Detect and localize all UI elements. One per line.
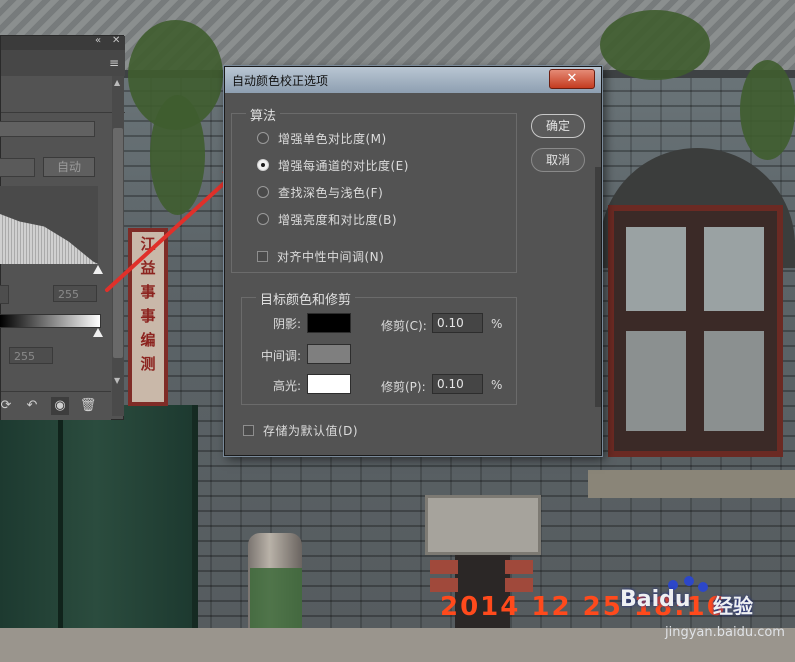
radio-label: 查找深色与浅色(F)	[278, 185, 384, 200]
histogram	[0, 186, 98, 264]
radio-monochromatic-contrast[interactable]: 增强单色对比度(M)	[257, 129, 387, 147]
banner-char: 事	[140, 283, 156, 301]
percent-sign: %	[491, 317, 503, 331]
auto-button[interactable]: 自动	[43, 157, 95, 177]
door-seam	[58, 405, 63, 662]
radio-brightness-contrast[interactable]: 增强亮度和对比度(B)	[257, 210, 397, 228]
shadows-color-swatch[interactable]	[307, 313, 351, 333]
preset-select[interactable]	[0, 121, 95, 137]
foliage	[150, 95, 205, 215]
cancel-button[interactable]: 取消	[531, 148, 585, 172]
checkbox[interactable]	[243, 424, 254, 436]
radio-label: 增强每通道的对比度(E)	[278, 158, 409, 173]
watermark-sub: 经验	[713, 594, 753, 618]
panel-menubar: ≡	[1, 50, 125, 76]
target-colors-group-title: 目标颜色和修剪	[256, 289, 356, 308]
checkbox[interactable]	[257, 250, 268, 262]
panel-menu-icon[interactable]: ≡	[109, 56, 119, 70]
highlights-color-swatch[interactable]	[307, 374, 351, 394]
radio-find-dark-light[interactable]: 查找深色与浅色(F)	[257, 183, 383, 201]
panel-footer: ⟳ ↶ ◉ 🗑	[1, 391, 111, 420]
radio-label: 增强亮度和对比度(B)	[278, 212, 398, 227]
output-gradient-bar	[0, 314, 101, 328]
input-black-field[interactable]	[0, 285, 9, 304]
snap-neutral-midtones-checkbox[interactable]: 对齐中性中间调(N)	[257, 248, 384, 264]
dialog-title: 自动颜色校正选项	[232, 74, 329, 88]
banner-char: 江	[140, 235, 156, 253]
midtones-color-swatch[interactable]	[307, 344, 351, 364]
close-button[interactable]: ✕	[549, 69, 595, 89]
checkbox-label: 对齐中性中间调(N)	[277, 249, 385, 264]
output-white-slider[interactable]	[93, 328, 103, 337]
output-white-field[interactable]: 255	[9, 347, 53, 364]
close-icon[interactable]: ✕	[112, 35, 120, 46]
auto-color-correction-dialog: 自动颜色校正选项 ✕ 算法 增强单色对比度(M) 增强每通道的对比度(E) 查找…	[224, 66, 602, 456]
radio-button-selected[interactable]	[257, 159, 269, 171]
foliage	[600, 10, 710, 80]
radio-button[interactable]	[257, 186, 269, 198]
checkbox-label: 存储为默认值(D)	[263, 423, 359, 438]
window-sill	[588, 470, 795, 498]
radio-label: 增强单色对比度(M)	[278, 131, 387, 146]
watermark-url: jingyan.baidu.com	[665, 625, 785, 640]
radio-per-channel-contrast[interactable]: 增强每通道的对比度(E)	[257, 156, 409, 174]
banner-char: 编	[140, 331, 156, 349]
panel-scroll-thumb[interactable]	[113, 128, 123, 358]
highlights-clip-label: 修剪(P):	[381, 380, 426, 394]
red-banner: 江 益 事 事 编 测	[128, 228, 168, 406]
shadows-label: 阴影:	[272, 317, 301, 331]
banner-char: 事	[140, 307, 156, 325]
radio-button[interactable]	[257, 213, 269, 225]
banner-char: 益	[140, 259, 156, 277]
scroll-down-arrow[interactable]: ▼	[114, 376, 120, 385]
midtones-label: 中间调:	[260, 349, 301, 363]
visibility-eye-icon[interactable]: ◉	[51, 397, 69, 415]
wooden-window	[608, 205, 783, 457]
ok-button[interactable]: 确定	[531, 114, 585, 138]
red-brick	[505, 578, 533, 592]
scroll-up-arrow[interactable]: ▲	[114, 78, 120, 87]
panel-topbar: « ✕	[1, 35, 125, 50]
white-point-slider[interactable]	[93, 265, 103, 274]
channel-select[interactable]	[0, 158, 35, 177]
red-brick	[430, 578, 458, 592]
highlights-label: 高光:	[272, 379, 301, 393]
algorithm-group-title: 算法	[246, 105, 281, 124]
green-door	[0, 405, 198, 662]
delete-icon[interactable]: 🗑	[79, 397, 97, 415]
input-white-field[interactable]: 255	[53, 285, 97, 302]
foliage	[740, 60, 795, 160]
radio-button[interactable]	[257, 132, 269, 144]
red-brick	[505, 560, 533, 574]
reset-icon[interactable]: ↶	[23, 397, 41, 415]
wall-niche	[425, 495, 541, 555]
red-brick	[430, 560, 458, 574]
banner-char: 测	[140, 355, 156, 373]
divider	[1, 112, 125, 113]
algorithm-group: 算法 增强单色对比度(M) 增强每通道的对比度(E) 查找深色与浅色(F) 增强…	[231, 105, 517, 273]
levels-properties-panel: « ✕ ≡ 自动 255 255 ▲ ▼ ⟳ ↶ ◉ 🗑	[0, 35, 125, 420]
dialog-titlebar[interactable]: 自动颜色校正选项 ✕	[225, 67, 601, 93]
baidu-paw-icon	[698, 582, 708, 592]
collapse-icon[interactable]: «	[95, 35, 101, 46]
percent-sign: %	[491, 378, 503, 392]
shadows-clip-input[interactable]: 0.10	[432, 313, 483, 333]
baidu-paw-icon	[684, 576, 694, 586]
watermark-brand: Baidu	[620, 587, 691, 612]
dialog-edge-scrollbar	[595, 167, 601, 407]
save-as-defaults-checkbox[interactable]: 存储为默认值(D)	[243, 422, 358, 438]
highlights-clip-input[interactable]: 0.10	[432, 374, 483, 394]
view-previous-icon[interactable]: ⟳	[0, 397, 15, 415]
shadows-clip-label: 修剪(C):	[381, 319, 427, 333]
